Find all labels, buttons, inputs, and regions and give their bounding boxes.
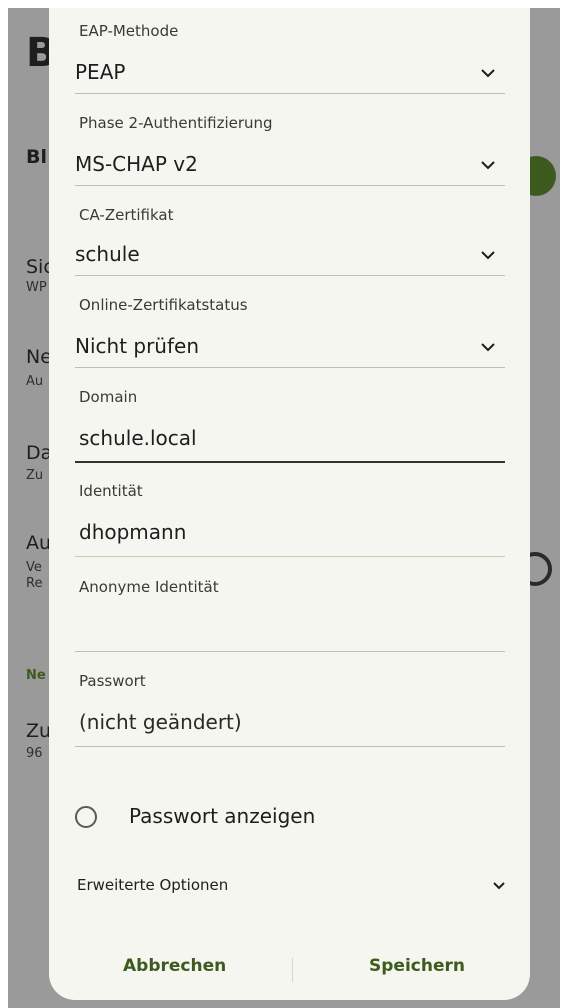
eap-method-label: EAP-Methode xyxy=(79,22,179,40)
chevron-down-icon xyxy=(491,878,507,894)
online-cert-status-value: Nicht prüfen xyxy=(75,334,200,358)
field-underline xyxy=(75,275,505,276)
eap-method-dropdown[interactable]: EAP-Methode PEAP xyxy=(75,20,505,96)
save-button[interactable]: Speichern xyxy=(369,956,465,976)
background-row-subtitle: 96 xyxy=(26,746,43,761)
chevron-down-icon xyxy=(479,338,497,356)
field-underline xyxy=(75,556,505,557)
password-value: (nicht geändert) xyxy=(79,710,242,734)
field-underline xyxy=(75,367,505,368)
background-row-subtitle: WP xyxy=(26,280,47,295)
phase2-auth-label: Phase 2-Authentifizierung xyxy=(79,114,273,132)
button-divider xyxy=(292,958,293,982)
dialog-button-bar: Abbrechen Speichern xyxy=(49,952,530,992)
field-underline xyxy=(75,93,505,94)
chevron-down-icon xyxy=(479,64,497,82)
background-section-header: Ne xyxy=(26,668,46,683)
advanced-options-expander[interactable]: Erweiterte Optionen xyxy=(77,874,507,904)
background-row-title: Au xyxy=(26,532,52,554)
background-row-title: Bl xyxy=(26,146,47,168)
anonymous-identity-field[interactable]: Anonyme Identität xyxy=(75,578,505,654)
show-password-label: Passwort anzeigen xyxy=(129,804,316,828)
background-row-subtitle: Au xyxy=(26,374,44,389)
field-underline xyxy=(75,651,505,652)
phase2-auth-value: MS-CHAP v2 xyxy=(75,152,198,176)
background-row-subtitle: Re xyxy=(26,576,43,591)
advanced-options-label: Erweiterte Optionen xyxy=(77,876,229,894)
identity-label: Identität xyxy=(79,482,143,500)
domain-label: Domain xyxy=(79,388,138,406)
identity-field[interactable]: Identität dhopmann xyxy=(75,482,505,558)
ca-certificate-label: CA-Zertifikat xyxy=(79,206,174,224)
eap-settings-dialog: EAP-Methode PEAP Phase 2-Authentifizieru… xyxy=(49,8,530,1000)
background-row-title: Zu xyxy=(26,720,52,742)
online-cert-status-label: Online-Zertifikatstatus xyxy=(79,296,248,314)
ca-certificate-value: schule xyxy=(75,242,140,266)
password-label: Passwort xyxy=(79,672,146,690)
field-underline xyxy=(75,461,505,463)
chevron-down-icon xyxy=(479,246,497,264)
phase2-auth-dropdown[interactable]: Phase 2-Authentifizierung MS-CHAP v2 xyxy=(75,112,505,188)
domain-value: schule.local xyxy=(79,426,197,450)
online-cert-status-dropdown[interactable]: Online-Zertifikatstatus Nicht prüfen xyxy=(75,296,505,372)
field-underline xyxy=(75,185,505,186)
cancel-button[interactable]: Abbrechen xyxy=(123,956,226,976)
field-underline xyxy=(75,746,505,747)
ca-certificate-dropdown[interactable]: CA-Zertifikat schule xyxy=(75,204,505,280)
anonymous-identity-label: Anonyme Identität xyxy=(79,578,219,596)
show-password-toggle[interactable]: Passwort anzeigen xyxy=(75,798,505,838)
chevron-down-icon xyxy=(479,156,497,174)
domain-field[interactable]: Domain schule.local xyxy=(75,388,505,464)
identity-value: dhopmann xyxy=(79,520,187,544)
background-row-subtitle: Zu xyxy=(26,468,44,483)
background-row-subtitle: Ve xyxy=(26,560,42,575)
show-password-checkbox[interactable] xyxy=(75,806,97,828)
eap-method-value: PEAP xyxy=(75,60,126,84)
password-field[interactable]: Passwort (nicht geändert) xyxy=(75,672,505,748)
